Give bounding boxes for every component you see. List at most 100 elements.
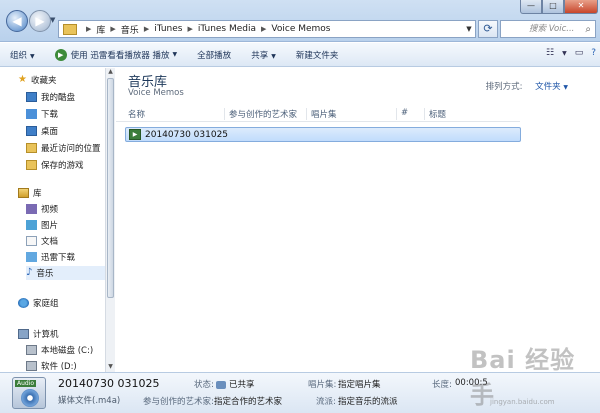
sidebar-item-saved-games[interactable]: 保存的游戏 <box>26 158 84 172</box>
sidebar-label: 音乐 <box>36 269 54 279</box>
breadcrumb-music[interactable]: 音乐 <box>121 23 139 36</box>
status-label: 状态: <box>194 380 214 390</box>
play-all-button[interactable]: 全部播放 <box>187 49 241 61</box>
column-title[interactable]: 标题 <box>424 108 446 120</box>
file-row[interactable]: ▶ 20140730 031025 <box>125 127 521 142</box>
breadcrumb-itunes[interactable]: iTunes <box>154 24 182 34</box>
play-with-button[interactable]: ▶ 使用 迅雷看看播放器 播放 ▼ <box>45 48 188 61</box>
genre-label: 流派: <box>316 397 336 407</box>
refresh-button[interactable]: ⟳ <box>478 20 498 38</box>
close-button[interactable]: ✕ <box>564 0 598 14</box>
sidebar-item-downloads[interactable]: 下载 <box>26 107 58 121</box>
maximize-button[interactable]: □ <box>542 0 564 14</box>
sidebar-item-pictures[interactable]: 图片 <box>26 218 58 232</box>
sidebar-label: 最近访问的位置 <box>41 144 101 154</box>
genre-value[interactable]: 指定音乐的流派 <box>338 395 398 407</box>
sidebar-item-videos[interactable]: 视频 <box>26 202 58 216</box>
picture-library-icon <box>26 220 37 230</box>
sidebar-item-kupan[interactable]: 我的酷盘 <box>26 90 75 104</box>
library-icon <box>18 188 29 198</box>
sidebar-favorites[interactable]: ★ 收藏夹 <box>18 73 56 87</box>
breadcrumb-separator[interactable]: ▶ <box>187 25 192 33</box>
sidebar-label: 下载 <box>41 110 59 120</box>
sidebar-scrollbar[interactable]: ▲ ▼ <box>105 68 115 372</box>
sidebar-homegroup[interactable]: 家庭组 <box>18 296 59 310</box>
sidebar-label: 保存的游戏 <box>41 161 84 171</box>
organize-label: 组织 <box>10 50 28 61</box>
sidebar-item-music[interactable]: ♪ 音乐 <box>26 266 105 280</box>
album-label: 唱片集: <box>308 380 337 390</box>
arrange-value: 文件夹 <box>535 82 561 92</box>
arrange-by: 排列方式: 文件夹 ▼ <box>486 80 568 92</box>
column-album[interactable]: 唱片集 <box>306 108 337 120</box>
address-history-dropdown[interactable]: ▼ <box>462 20 476 38</box>
library-subtitle: Voice Memos <box>128 88 184 98</box>
folder-icon <box>63 23 77 35</box>
scrollbar-thumb[interactable] <box>107 78 114 298</box>
share-button[interactable]: 共享 ▼ <box>241 49 286 61</box>
recent-pages-dropdown[interactable]: ▼ <box>50 16 55 24</box>
address-bar[interactable]: ▶ 库 ▶ 音乐 ▶ iTunes ▶ iTunes Media ▶ Voice… <box>58 20 476 38</box>
sidebar-item-xunlei-downloads[interactable]: 迅雷下载 <box>26 250 75 264</box>
back-button[interactable]: ◀ <box>6 10 28 32</box>
breadcrumb-separator[interactable]: ▶ <box>110 25 115 33</box>
recent-places-icon <box>26 143 37 153</box>
minimize-button[interactable]: — <box>520 0 542 14</box>
status-text: 已共享 <box>229 380 255 390</box>
video-library-icon <box>26 204 37 214</box>
sidebar-label: 家庭组 <box>33 299 59 309</box>
download-folder-icon <box>26 109 37 119</box>
forward-button[interactable]: ▶ <box>29 10 51 32</box>
navigation-pane: ★ 收藏夹 我的酷盘 下载 桌面 最近访问的位置 保存的游戏 库 视频 图片 文… <box>0 68 105 372</box>
xunlei-download-icon <box>26 252 37 262</box>
chevron-down-icon: ▼ <box>30 52 35 60</box>
sidebar-label: 本地磁盘 (C:) <box>41 346 94 356</box>
help-icon[interactable]: ? <box>591 48 596 60</box>
search-input[interactable]: 搜索 Voic... ⌕ <box>500 20 596 38</box>
status-value[interactable]: 已共享 <box>216 378 255 390</box>
share-label: 共享 <box>251 50 269 61</box>
length-label: 长度: <box>432 380 452 390</box>
chevron-down-icon: ▼ <box>172 51 178 58</box>
artists-value[interactable]: 指定合作的艺术家 <box>214 395 282 407</box>
preview-pane-icon[interactable]: ▭ <box>575 48 584 60</box>
breadcrumb-library[interactable]: 库 <box>96 23 105 36</box>
breadcrumb-voice-memos[interactable]: Voice Memos <box>271 24 330 34</box>
chevron-down-icon[interactable]: ▼ <box>562 48 567 60</box>
column-name[interactable]: 名称 <box>124 108 145 120</box>
sidebar-item-documents[interactable]: 文档 <box>26 234 58 248</box>
title-bar: ◀ ▶ ▼ ▶ 库 ▶ 音乐 ▶ iTunes ▶ iTunes Media ▶… <box>0 0 600 42</box>
search-placeholder: 搜索 Voic... <box>529 24 575 34</box>
sidebar-item-drive-c[interactable]: 本地磁盘 (C:) <box>26 343 93 357</box>
audio-tag: Audio <box>15 380 37 387</box>
column-track-number[interactable]: # <box>396 108 408 120</box>
breadcrumb-separator[interactable]: ▶ <box>144 25 149 33</box>
cloud-drive-icon <box>26 92 37 102</box>
sidebar-label: 收藏夹 <box>30 76 57 86</box>
organize-button[interactable]: 组织 ▼ <box>0 49 45 61</box>
sidebar-label: 视频 <box>41 205 59 215</box>
new-folder-button[interactable]: 新建文件夹 <box>286 49 349 61</box>
chevron-down-icon: ▼ <box>563 84 568 91</box>
sidebar-label: 库 <box>33 189 42 199</box>
sidebar-item-recent[interactable]: 最近访问的位置 <box>26 141 101 155</box>
play-with-label: 使用 迅雷看看播放器 播放 <box>70 50 170 61</box>
column-artists[interactable]: 参与创作的艺术家 <box>224 108 297 120</box>
breadcrumb-separator[interactable]: ▶ <box>261 25 266 33</box>
album-value[interactable]: 指定唱片集 <box>338 378 381 390</box>
sidebar-libraries[interactable]: 库 <box>18 186 42 200</box>
saved-games-icon <box>26 160 37 170</box>
sidebar-label: 图片 <box>41 221 59 231</box>
file-name: 20140730 031025 <box>145 129 229 140</box>
content-pane: 音乐库 Voice Memos 排列方式: 文件夹 ▼ 名称 参与创作的艺术家 … <box>116 68 600 372</box>
sidebar-computer[interactable]: 计算机 <box>18 327 59 341</box>
scroll-down-icon[interactable]: ▼ <box>106 363 115 372</box>
view-options-icon[interactable]: ☷ <box>546 48 554 60</box>
breadcrumb-separator[interactable]: ▶ <box>86 25 91 33</box>
breadcrumb-itunes-media[interactable]: iTunes Media <box>198 24 256 34</box>
scroll-up-icon[interactable]: ▲ <box>106 68 115 77</box>
sidebar-item-drive-d[interactable]: 软件 (D:) <box>26 359 77 372</box>
sidebar-item-desktop[interactable]: 桌面 <box>26 124 58 138</box>
arrange-dropdown[interactable]: 文件夹 ▼ <box>535 82 568 92</box>
music-note-icon: ♪ <box>26 267 33 278</box>
